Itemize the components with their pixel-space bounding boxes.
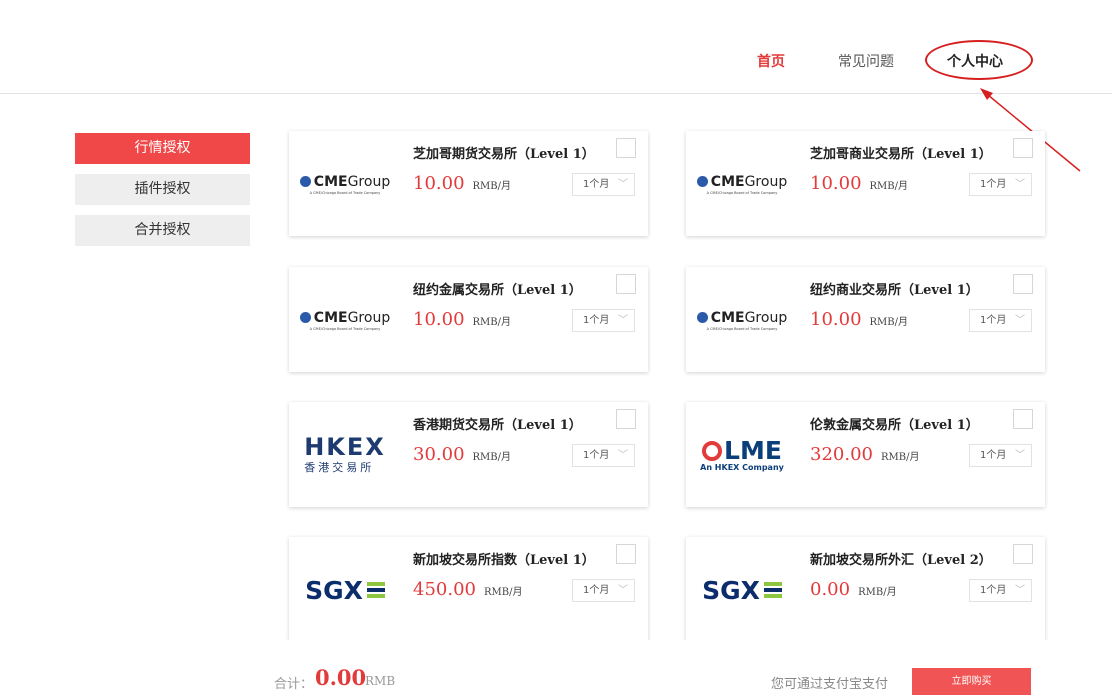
card-checkbox[interactable] — [1013, 544, 1033, 564]
price-value: 10.00 — [413, 173, 465, 194]
period-select[interactable]: 1个月 ﹀ — [572, 309, 635, 332]
chevron-down-icon: ﹀ — [1015, 450, 1025, 461]
lme-logo: LME An HKEX Company — [700, 436, 784, 472]
price-value: 0.00 — [810, 579, 851, 600]
hkex-logo: HKEX 香港交易所 — [304, 433, 386, 474]
card-title: 芝加哥商业交易所（Level 1） — [810, 147, 992, 162]
chevron-down-icon: ﹀ — [618, 585, 628, 596]
cme-group-logo: CME Group A CME/Chicago Board of Trade Co… — [692, 297, 792, 343]
cme-group-logo: CME Group A CME/Chicago Board of Trade Co… — [295, 161, 395, 207]
card-price: 320.00 RMB/月 — [810, 444, 919, 465]
card-title: 新加坡交易所外汇（Level 2） — [810, 553, 992, 568]
price-value: 320.00 — [810, 444, 873, 465]
globe-icon — [299, 176, 311, 187]
product-card[interactable]: SGX 新加坡交易所指数（Level 1） 450.00 RMB/月 1个月 ﹀ — [289, 537, 648, 642]
product-card[interactable]: HKEX 香港交易所 香港期货交易所（Level 1） 30.00 RMB/月 1… — [289, 402, 648, 507]
sidebar-item-combined-auth[interactable]: 合并授权 — [75, 215, 250, 246]
price-unit: RMB/月 — [869, 181, 909, 192]
period-select[interactable]: 1个月 ﹀ — [572, 579, 635, 602]
globe-icon — [696, 312, 708, 323]
period-select[interactable]: 1个月 ﹀ — [969, 173, 1032, 196]
chevron-down-icon: ﹀ — [618, 179, 628, 190]
price-value: 10.00 — [810, 309, 862, 330]
sidebar: 行情授权 插件授权 合并授权 — [75, 133, 250, 256]
period-select[interactable]: 1个月 ﹀ — [969, 444, 1032, 467]
card-checkbox[interactable] — [616, 274, 636, 294]
card-checkbox[interactable] — [616, 409, 636, 429]
period-select[interactable]: 1个月 ﹀ — [969, 309, 1032, 332]
chevron-down-icon: ﹀ — [1015, 315, 1025, 326]
globe-icon — [696, 176, 708, 187]
product-card[interactable]: SGX 新加坡交易所外汇（Level 2） 0.00 RMB/月 1个月 ﹀ — [686, 537, 1045, 642]
nav-faq-link[interactable]: 常见问题 — [838, 51, 894, 71]
cme-group-logo: CME Group A CME/Chicago Board of Trade Co… — [295, 297, 395, 343]
product-card[interactable]: CME Group A CME/Chicago Board of Trade Co… — [686, 267, 1045, 372]
card-checkbox[interactable] — [616, 138, 636, 158]
total-label: 合计： — [274, 677, 314, 692]
card-price: 10.00 RMB/月 — [413, 173, 511, 194]
card-title: 纽约商业交易所（Level 1） — [810, 283, 979, 298]
sgx-bars-icon — [366, 581, 385, 599]
price-unit: RMB/月 — [472, 181, 512, 192]
sgx-bars-icon — [763, 581, 782, 599]
chevron-down-icon: ﹀ — [618, 315, 628, 326]
product-card[interactable]: CME Group A CME/Chicago Board of Trade Co… — [686, 131, 1045, 236]
product-card[interactable]: LME An HKEX Company 伦敦金属交易所（Level 1） 320… — [686, 402, 1045, 507]
card-title: 纽约金属交易所（Level 1） — [413, 283, 582, 298]
card-price: 450.00 RMB/月 — [413, 579, 522, 600]
product-card[interactable]: CME Group A CME/Chicago Board of Trade Co… — [289, 131, 648, 236]
chevron-down-icon: ﹀ — [618, 450, 628, 461]
card-price: 10.00 RMB/月 — [810, 173, 908, 194]
period-select[interactable]: 1个月 ﹀ — [572, 444, 635, 467]
top-nav-bar: 首页 常见问题 个人中心 — [0, 0, 1112, 94]
cme-group-logo: CME Group A CME/Chicago Board of Trade Co… — [692, 161, 792, 207]
sgx-logo: SGX — [295, 567, 395, 613]
buy-now-button[interactable]: 立即购买 — [912, 668, 1031, 695]
chevron-down-icon: ﹀ — [1015, 179, 1025, 190]
price-value: 10.00 — [413, 309, 465, 330]
period-select[interactable]: 1个月 ﹀ — [572, 173, 635, 196]
sgx-logo: SGX — [692, 567, 792, 613]
card-checkbox[interactable] — [1013, 138, 1033, 158]
card-price: 10.00 RMB/月 — [810, 309, 908, 330]
price-unit: RMB/月 — [858, 587, 897, 598]
price-value: 30.00 — [413, 444, 465, 465]
price-unit: RMB/月 — [880, 452, 920, 463]
card-price: 0.00 RMB/月 — [810, 579, 897, 600]
card-title: 香港期货交易所（Level 1） — [413, 418, 582, 433]
total-unit: RMB — [365, 674, 396, 688]
price-unit: RMB/月 — [472, 317, 512, 328]
chevron-down-icon: ﹀ — [1015, 585, 1025, 596]
card-price: 30.00 RMB/月 — [413, 444, 511, 465]
nav-home-link[interactable]: 首页 — [757, 51, 785, 71]
card-title: 伦敦金属交易所（Level 1） — [810, 418, 979, 433]
checkout-footer: 合计： 0.00 RMB 您可通过支付宝支付 立即购买 — [0, 640, 1112, 695]
price-unit: RMB/月 — [869, 317, 909, 328]
price-value: 10.00 — [810, 173, 862, 194]
card-title: 新加坡交易所指数（Level 1） — [413, 553, 595, 568]
period-select[interactable]: 1个月 ﹀ — [969, 579, 1032, 602]
sidebar-item-market-auth[interactable]: 行情授权 — [75, 133, 250, 164]
product-card[interactable]: CME Group A CME/Chicago Board of Trade Co… — [289, 267, 648, 372]
price-unit: RMB/月 — [483, 587, 523, 598]
card-price: 10.00 RMB/月 — [413, 309, 511, 330]
payment-note: 您可通过支付宝支付 — [771, 677, 889, 692]
sidebar-item-plugin-auth[interactable]: 插件授权 — [75, 174, 250, 205]
globe-icon — [299, 312, 311, 323]
card-checkbox[interactable] — [616, 544, 636, 564]
total-value: 0.00 — [315, 665, 367, 690]
lme-ring-icon — [702, 440, 723, 461]
card-title: 芝加哥期货交易所（Level 1） — [413, 147, 595, 162]
price-value: 450.00 — [413, 579, 476, 600]
card-checkbox[interactable] — [1013, 409, 1033, 429]
nav-profile-link[interactable]: 个人中心 — [947, 51, 1003, 71]
price-unit: RMB/月 — [472, 452, 512, 463]
card-checkbox[interactable] — [1013, 274, 1033, 294]
